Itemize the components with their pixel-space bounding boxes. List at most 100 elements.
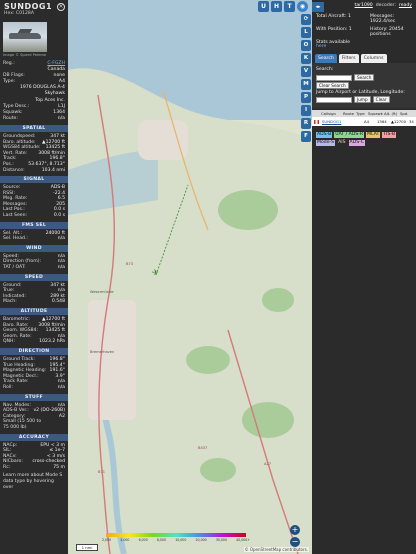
version-text[interactable]: tar1090 <box>355 3 373 8</box>
forest-4 <box>200 458 236 482</box>
close-icon[interactable]: × <box>57 3 65 11</box>
table-row[interactable]: SUNDOG1 A4 1364 ▲12700 34 <box>312 117 416 127</box>
map-attribution[interactable]: © OpenStreetMap contributors. <box>243 547 309 552</box>
map-button-k[interactable]: K <box>301 53 311 64</box>
legend-ais: AIS <box>337 140 347 147</box>
alt-label: 6,000 <box>138 538 148 542</box>
decoder-label: decoder: <box>375 3 396 8</box>
aircraft-table-header: Callsign Route Type Squawk Alt. (ft) Spd… <box>312 110 416 118</box>
accuracy-value: 75 m <box>53 464 65 470</box>
row-type: A4 <box>364 119 370 125</box>
category-desc-2: 75 000 lb) <box>3 424 27 430</box>
panel-tabs: Search Filters Columns <box>312 54 416 64</box>
map-button-o[interactable]: O <box>301 40 311 51</box>
map-button-r[interactable]: R <box>301 118 311 129</box>
version-link[interactable]: tar1090 <box>355 3 373 8</box>
town-area <box>138 120 188 160</box>
row-callsign[interactable]: SUNDOG1 <box>322 119 344 124</box>
tab-search[interactable]: Search <box>315 54 337 64</box>
signal-row: Last Seen: 0.0 s <box>0 213 68 219</box>
aircraft-info-sidebar: SUNDOG1 Hex: C0128A × Image © Sjoerd Pet… <box>0 0 68 554</box>
legend-mlat: MLAT <box>366 132 381 139</box>
road-label-b71: B71 <box>98 470 106 474</box>
collapse-panel-icon[interactable]: ◂▸ <box>312 2 324 12</box>
map-view[interactable]: ✈ U H T ◉ ⟳ L O K V M P I R F B73 Weserm… <box>68 0 312 554</box>
row-alt: ▲12700 <box>391 119 406 125</box>
row-squawk: 1364 <box>377 119 387 125</box>
stats-grid: Total Aircraft: 1 Messages: 1922.4/sec W… <box>312 8 416 45</box>
aircraft-list-panel: ◂▸ tar1090 decoder: ready Total Aircraft… <box>312 0 416 554</box>
aircraft-photo[interactable] <box>3 22 47 52</box>
map-button-m[interactable]: M <box>301 79 311 90</box>
altitude-label: QNH: <box>3 339 16 345</box>
speed-value: 0.548 <box>51 299 65 305</box>
spatial-group: Groundspeed: 347 kt Baro. altitude: ▲12700 … <box>0 134 68 173</box>
alt-label: 4,000 <box>120 538 130 542</box>
alt-label: 40,000+ <box>236 538 250 542</box>
zoom-out-button[interactable]: − <box>290 537 300 547</box>
legend-ads-b: ADS-B <box>316 132 333 139</box>
search-label: Search: <box>316 67 334 73</box>
jump-button[interactable]: Jump <box>354 96 371 104</box>
row-speed: 34 <box>409 119 414 125</box>
forest-1 <box>218 190 278 230</box>
search-button[interactable]: Search <box>354 74 375 82</box>
clear-button[interactable]: Clear <box>372 96 390 104</box>
photo-caption: Image © Sjoerd Peterse <box>3 53 47 57</box>
selected-hex: Hex: C0128A <box>4 11 34 16</box>
section-spatial: SPATIAL <box>0 124 68 132</box>
road-label-b437: B437 <box>198 446 208 450</box>
tab-filters[interactable]: Filters <box>338 54 359 64</box>
direction-label: Roll: <box>3 384 13 390</box>
city-area <box>88 300 136 420</box>
stuff-group: Nav. Modes: n/a ADS-B Ver.: v2 (DO-260B) Cat… <box>0 403 68 420</box>
aircraft-marker-icon[interactable]: ✈ <box>152 269 159 277</box>
header-row: tar1090 decoder: ready <box>312 0 416 8</box>
spatial-row: Distance: 103.4 nmi <box>0 168 68 174</box>
clear-search-button[interactable]: Clear Search <box>316 82 349 90</box>
section-signal: SIGNAL <box>0 176 68 184</box>
map-button-v[interactable]: V <box>301 66 311 77</box>
alt-label: 20,000 <box>195 538 207 542</box>
search-input[interactable] <box>316 74 352 81</box>
wind-row: TAT / OAT: n/a <box>0 265 68 271</box>
map-button-h[interactable]: H <box>271 1 282 12</box>
speed-label: Mach: <box>3 299 17 305</box>
route-label: Route: <box>3 115 18 121</box>
jump-input[interactable] <box>316 96 352 103</box>
col-route[interactable]: Route <box>343 111 354 116</box>
fms-row: Sel. Head.: n/a <box>0 236 68 242</box>
fms-group: Sel. Alt.: 24000 ft Sel. Head.: n/a <box>0 231 68 242</box>
map-button-u[interactable]: U <box>258 1 269 12</box>
zoom-in-button[interactable]: + <box>290 525 300 535</box>
col-squawk[interactable]: Squawk <box>368 111 383 116</box>
route-value: n/a <box>57 115 65 121</box>
map-button-f[interactable]: F <box>301 131 311 142</box>
col-alt[interactable]: Alt. (ft) <box>384 111 398 116</box>
map-button-reset-icon[interactable]: ⟳ <box>301 14 311 25</box>
direction-group: Ground Track: 196.8° True Heading: 195.4° Ma… <box>0 357 68 391</box>
decoder-status[interactable]: ready <box>399 3 412 8</box>
section-speed: SPEED <box>0 273 68 281</box>
route-row: Route: n/a <box>0 116 68 122</box>
signal-group: Source: ADS-B RSSI: -22.4 Msg. Rate: 6.5 Messa… <box>0 185 68 219</box>
road-label-b73: B73 <box>126 262 134 266</box>
col-type[interactable]: Type <box>356 111 366 116</box>
section-direction: DIRECTION <box>0 347 68 355</box>
legend-mode-s: Mode-S <box>316 140 336 147</box>
section-accuracy: ACCURACY <box>0 433 68 441</box>
place-label-bremerhaven: Bremerhaven <box>90 350 115 354</box>
col-callsign[interactable]: Callsign <box>321 111 341 116</box>
selected-callsign: SUNDOG1 <box>4 2 53 11</box>
map-button-t[interactable]: T <box>284 1 295 12</box>
col-speed[interactable]: Spd. <box>400 111 408 116</box>
tab-columns[interactable]: Columns <box>360 54 387 64</box>
legend-uat-ads-r: UAT / ADS-R <box>334 132 365 139</box>
map-button-i[interactable]: I <box>301 105 311 116</box>
map-button-l[interactable]: L <box>301 27 311 38</box>
layers-icon[interactable]: ◉ <box>297 1 308 12</box>
map-button-p[interactable]: P <box>301 92 311 103</box>
legend-ads-c: ADS-C <box>348 140 365 147</box>
altitude-color-legend <box>106 533 246 537</box>
jump-row: Jump Clear <box>316 96 412 104</box>
